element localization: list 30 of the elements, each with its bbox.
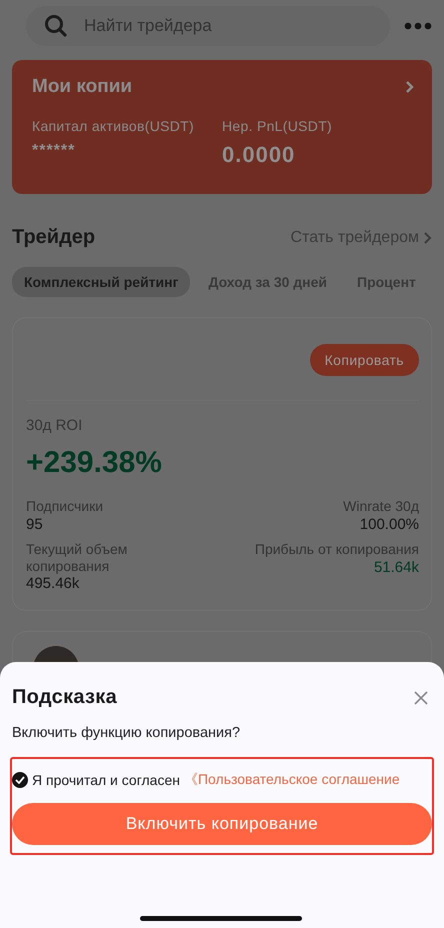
close-icon[interactable] [414,690,428,704]
agreement-link[interactable]: 《Пользовательское соглашение [184,771,400,789]
dialog-question: Включить функцию копирования? [12,725,242,741]
stat-label: Прибыль от копирования [254,540,419,558]
stat-value: ****** [32,142,76,160]
check-icon [15,776,25,784]
stat-label: Капитал активов(USDT) [32,118,195,134]
stat-value: 0.0000 [222,142,296,168]
stat-label: Нер. PnL(USDT) [222,118,334,134]
stat-label: Текущий объем копирования [26,540,128,574]
agree-checkbox[interactable] [12,772,28,788]
stat-value: 495.46k [26,575,80,592]
filter-tab[interactable]: Комплексный рейтинг [12,267,190,297]
more-icon[interactable] [404,22,432,30]
stat-label: Подписчики [26,498,104,515]
section-title: Трейдер [12,226,96,249]
stat-value: 51.64k [374,558,419,576]
chevron-right-icon [405,80,414,94]
enable-copy-button[interactable]: Включить копирование [12,803,432,845]
copy-button[interactable]: Копировать [310,344,419,376]
roi-value: +239.38% [26,446,163,480]
agree-text: Я прочитал и согласен [32,772,180,788]
stat-value: 100.00% [360,516,419,533]
dialog-title: Подсказка [12,686,118,709]
card-title: Мои копии [32,76,132,98]
search-icon [44,14,68,38]
stat-value: 95 [26,516,43,533]
chevron-right-icon [423,230,432,244]
my-copies-card[interactable]: Мои копии Капитал активов(USDT) ****** Нер. PnL(USDT) 0.0000 [12,60,432,194]
stat-label: Winrate 30д [343,498,419,515]
